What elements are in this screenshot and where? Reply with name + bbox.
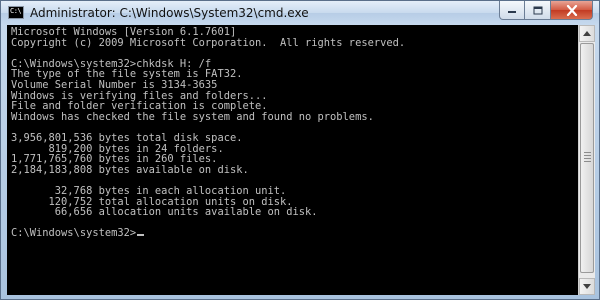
cmd-icon[interactable]: C:\ (8, 6, 24, 19)
scroll-grip-icon (584, 152, 591, 164)
scroll-down-arrow-icon (583, 284, 591, 289)
vertical-scrollbar[interactable] (578, 25, 595, 295)
scroll-up-arrow-icon (583, 31, 591, 36)
console-line-text: 66,656 allocation units available on dis… (11, 206, 318, 219)
maximize-icon (533, 6, 542, 14)
console-line: 66,656 allocation units available on dis… (11, 207, 405, 218)
close-button[interactable] (551, 1, 593, 20)
console-line-text: C:\Windows\system32> (11, 227, 137, 240)
scroll-down-button[interactable] (579, 278, 595, 295)
command-prompt-line: C:\Windows\system32> (11, 228, 405, 239)
window-title: Administrator: C:\Windows\System32\cmd.e… (30, 6, 309, 20)
close-icon (566, 4, 577, 16)
console-line-text: 2,184,183,808 bytes available on disk. (11, 163, 249, 176)
caption-buttons (499, 1, 593, 20)
console-line: Windows has checked the file system and … (11, 110, 405, 123)
cmd-icon-text: C:\ (10, 7, 22, 15)
maximize-button[interactable] (525, 1, 551, 20)
console-line: 2,184,183,808 bytes available on disk. (11, 163, 405, 176)
minimize-button[interactable] (499, 1, 525, 20)
cmd-window: C:\ Administrator: C:\Windows\System32\c… (0, 0, 600, 300)
console-line-text: Copyright (c) 2009 Microsoft Corporation… (11, 36, 406, 49)
text-cursor (137, 234, 145, 237)
console-lines: Microsoft Windows [Version 6.1.7601] Copy… (11, 27, 405, 239)
console-output[interactable]: Microsoft Windows [Version 6.1.7601] Copy… (7, 25, 578, 295)
scroll-up-button[interactable] (579, 25, 595, 42)
minimize-icon (508, 11, 516, 13)
title-bar[interactable]: C:\ Administrator: C:\Windows\System32\c… (1, 1, 599, 25)
console-line: Copyright (c) 2009 Microsoft Corporation… (11, 36, 406, 49)
scroll-thumb[interactable] (580, 43, 594, 273)
console-line-text: Windows has checked the file system and … (11, 110, 374, 123)
